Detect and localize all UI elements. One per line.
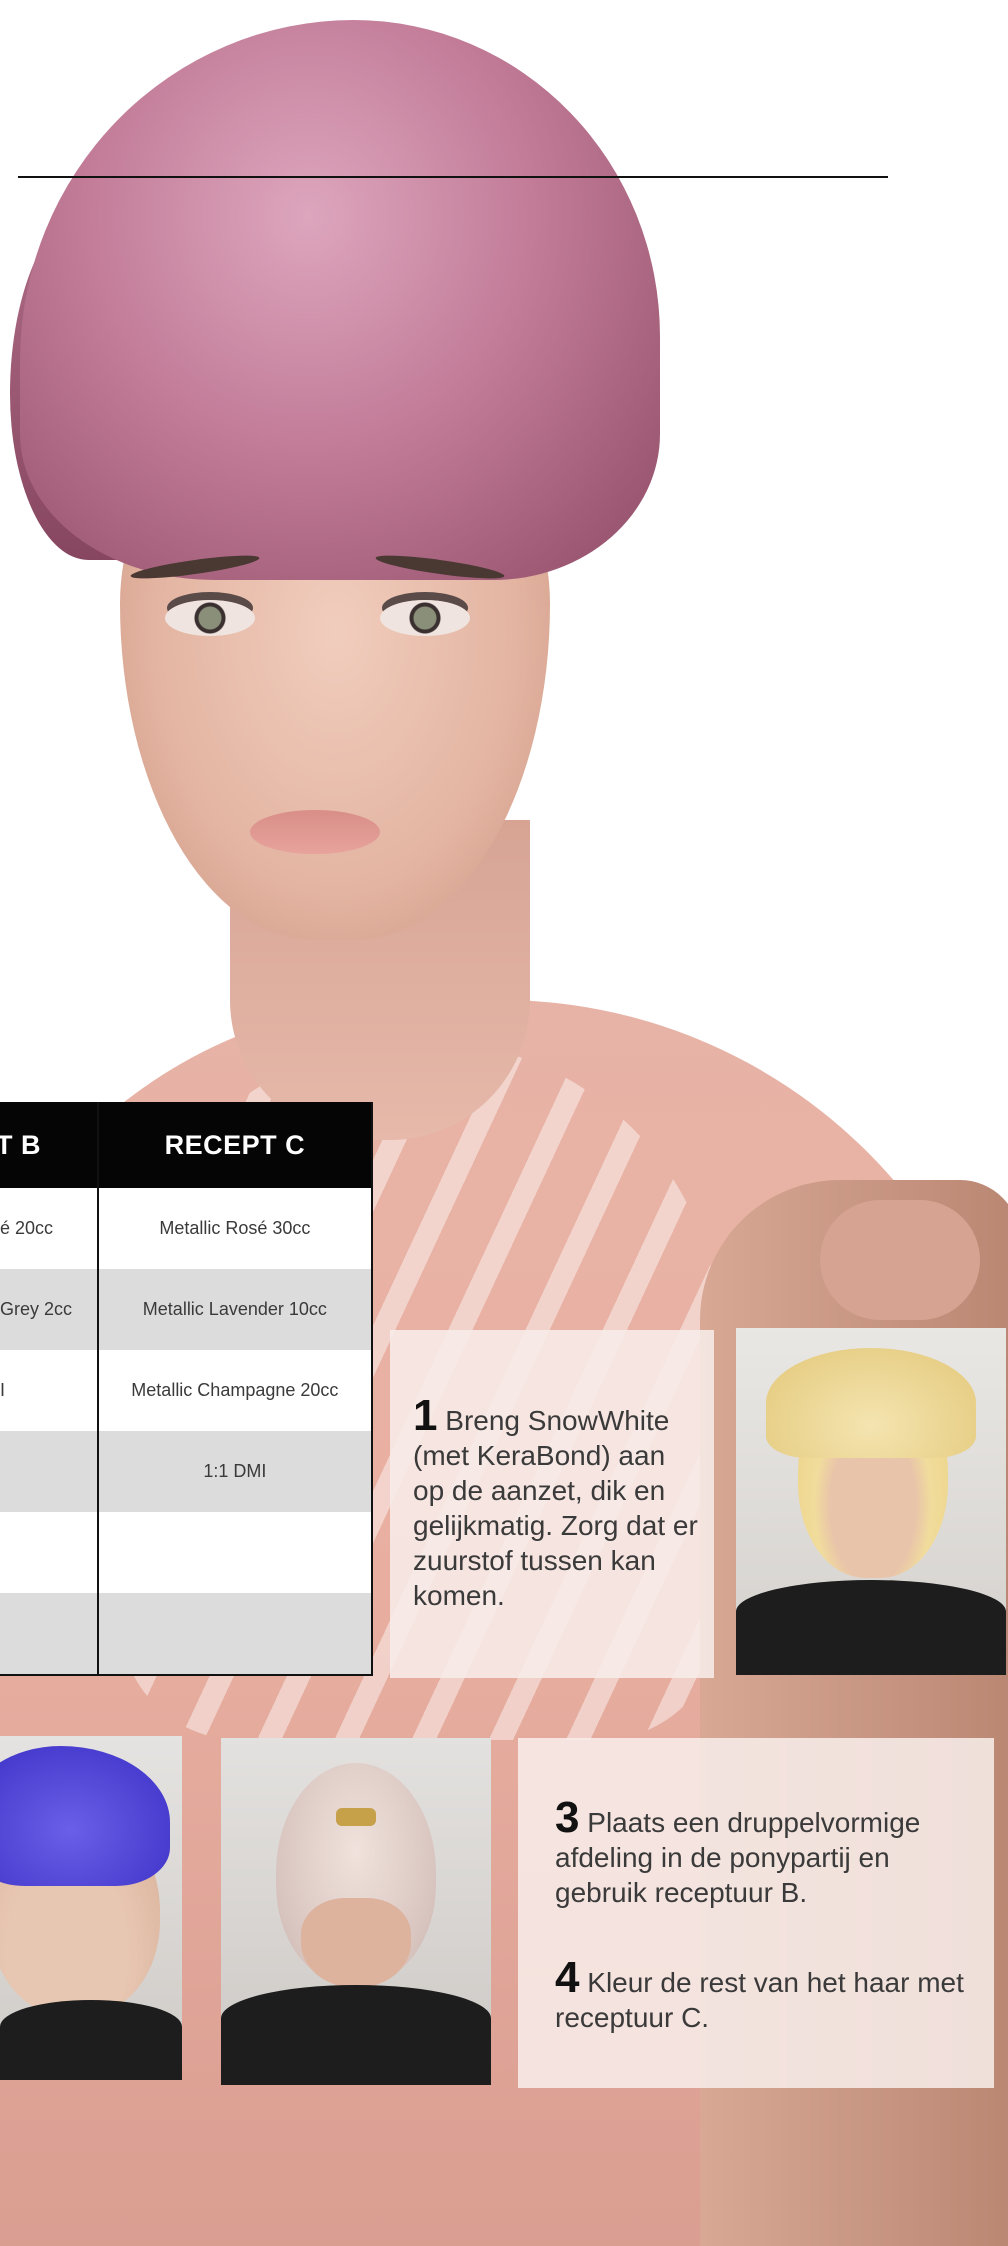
model-lips [250,810,380,854]
step-3-number: 3 [555,1793,580,1842]
hair-clip [336,1808,376,1826]
bleached-hair [766,1348,976,1458]
page: T B RECEPT C é 20cc Metallic Rosé 30cc G… [0,0,1008,2246]
recipe-table: T B RECEPT C é 20cc Metallic Rosé 30cc G… [0,1102,374,1676]
cell-c: Metallic Lavender 10cc [96,1269,374,1350]
table-row [0,1593,374,1676]
model-pink-hair [20,20,660,580]
table-row: Grey 2cc Metallic Lavender 10cc [0,1269,374,1350]
header-recept-c: RECEPT C [96,1102,374,1188]
step-2-photo [0,1736,182,2080]
cell-b [0,1512,98,1593]
cell-b: Grey 2cc [0,1269,98,1350]
cell-c: Metallic Champagne 20cc [96,1350,374,1431]
step-3-4-panel: 3 Plaats een druppelvormige afdeling in … [518,1738,994,2088]
salon-cape [736,1580,1006,1675]
right-eye [380,600,470,636]
step-1-description: Breng SnowWhite (met KeraBond) aan op de… [413,1405,698,1611]
cell-c [96,1593,374,1676]
table-row: é 20cc Metallic Rosé 30cc [0,1188,374,1269]
step-4-number: 4 [555,1953,580,2002]
model-face-down [301,1898,411,1988]
salon-cape [221,1985,491,2085]
header-recept-b: T B [0,1102,98,1188]
step-4-description: Kleur de rest van het haar met receptuur… [555,1967,964,2033]
left-eye [165,600,255,636]
cell-c: 1:1 DMI [96,1431,374,1512]
cell-b [0,1431,98,1512]
step-1-number: 1 [413,1391,438,1440]
model-hand [820,1200,980,1320]
step-4-text: 4 Kleur de rest van het haar met receptu… [555,1956,975,2035]
table-header-row: T B RECEPT C [0,1102,374,1188]
top-divider-line [18,176,888,178]
cell-b: é 20cc [0,1188,98,1269]
cell-b: I [0,1350,98,1431]
table-row [0,1512,374,1593]
step-1-photo [736,1328,1006,1675]
cell-b [0,1593,98,1676]
step-3-description: Plaats een druppelvormige afdeling in de… [555,1807,921,1908]
step-1-text: 1 Breng SnowWhite (met KeraBond) aan op … [413,1394,703,1613]
purple-dye-hair [0,1746,170,1886]
table-row: I Metallic Champagne 20cc [0,1350,374,1431]
cell-c [96,1512,374,1593]
step-1-panel: 1 Breng SnowWhite (met KeraBond) aan op … [390,1330,714,1678]
cell-c: Metallic Rosé 30cc [96,1188,374,1269]
step-3-photo [221,1738,491,2085]
salon-cape [0,2000,182,2080]
step-3-text: 3 Plaats een druppelvormige afdeling in … [555,1796,975,1910]
table-row: 1:1 DMI [0,1431,374,1512]
